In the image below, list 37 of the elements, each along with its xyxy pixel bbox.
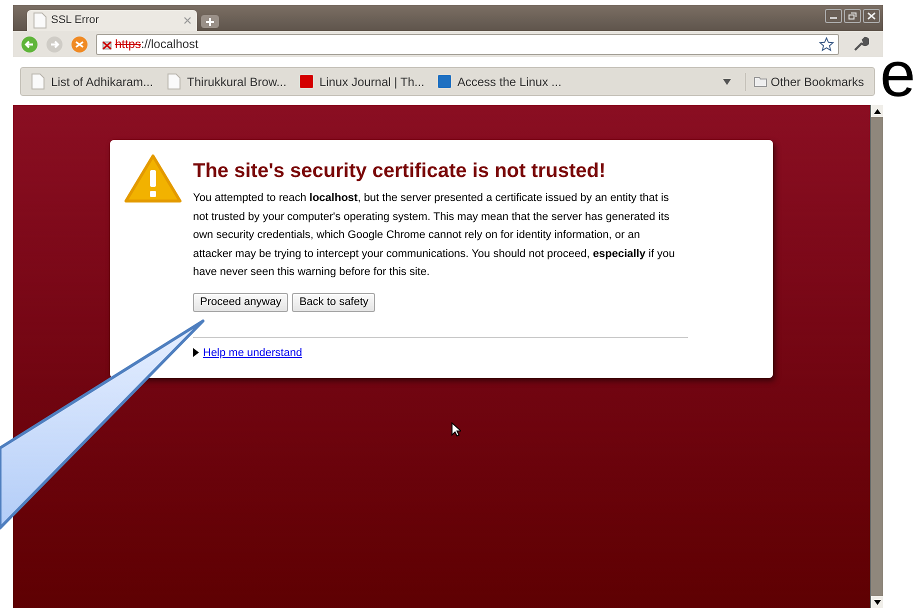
scrollbar[interactable]	[870, 105, 883, 608]
wrench-icon[interactable]	[853, 36, 869, 52]
close-icon	[867, 12, 876, 20]
help-link[interactable]: Help me understand	[193, 344, 302, 361]
bookmark[interactable]: Access the Linux ...	[438, 72, 562, 90]
mouse-cursor-icon	[451, 422, 461, 437]
error-message: You attempted to reach localhost, but the server presented a certificate issued by an entity that is not trusted by your computer's operating system. This may mean that the server has generated its own security credentials, which Google Chrome cannot rely on for identity information, or an attacker may be trying to intercept your communications. You should not proceed, especially if you have never seen this warning before for this site.	[193, 191, 676, 280]
new-tab-button[interactable]	[201, 15, 219, 28]
chevron-icon[interactable]	[722, 78, 731, 84]
tab-title: SSL Error	[51, 13, 100, 28]
site-icon	[438, 75, 452, 88]
action-button[interactable]: Proceed anyway	[193, 292, 288, 312]
minimize-button[interactable]	[825, 9, 842, 23]
maximize-button[interactable]	[844, 9, 861, 23]
bookmark[interactable]: List of Adhikaram...	[31, 72, 154, 90]
action-button[interactable]: Back to safety	[292, 292, 376, 312]
scroll-down-icon[interactable]	[874, 600, 880, 604]
star-icon[interactable]	[819, 36, 834, 52]
restore-icon	[848, 12, 857, 20]
page-icon	[167, 73, 182, 90]
plus-icon	[206, 18, 214, 26]
slide-letter: e	[880, 38, 916, 110]
bookmark[interactable]: Thirukkural Brow...	[167, 72, 286, 90]
browser-tab[interactable]: SSL Error	[27, 10, 197, 31]
site-icon	[300, 75, 314, 88]
scroll-up-icon[interactable]	[874, 108, 880, 114]
page-icon	[33, 12, 47, 29]
bookmark[interactable]: Linux Journal | Th...	[300, 72, 424, 90]
error-title: The site's security certificate is not trusted!	[193, 159, 607, 183]
close-button[interactable]	[863, 9, 880, 23]
warning-icon	[124, 154, 182, 204]
other-bookmarks[interactable]: Other Bookmarks	[744, 72, 864, 90]
address-field[interactable]: https://localhost	[96, 34, 839, 54]
folder-icon	[754, 76, 767, 87]
page-icon	[31, 73, 45, 90]
url-text: https://localhost	[115, 36, 198, 53]
back-icon[interactable]	[21, 36, 38, 52]
